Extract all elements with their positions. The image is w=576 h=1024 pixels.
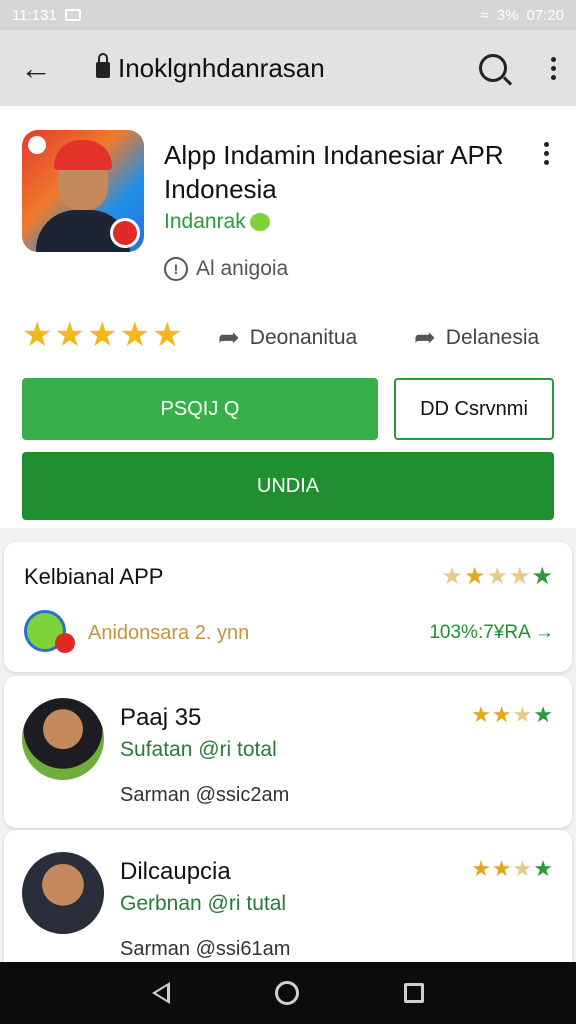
install-button[interactable]: PSQIJ Q — [22, 378, 378, 440]
review-summary-count[interactable]: 103%:7¥RA → — [429, 622, 554, 644]
search-icon[interactable] — [479, 54, 507, 82]
star-icon: ★ — [151, 316, 183, 354]
share-action[interactable]: ➦ Deonanitua — [218, 322, 357, 353]
review-card[interactable]: Dilcaupcia Gerbnan @ri tutal Sarman @ssi… — [4, 830, 572, 982]
review-meta: Sarman @ssi61am — [120, 938, 291, 960]
info-icon: ! — [164, 257, 188, 281]
review-card[interactable]: Paaj 35 Sufatan @ri total Sarman @ssic2a… — [4, 676, 572, 828]
review-summary-card[interactable]: Kelbianal APP ★★★★★ Anidonsara 2. ynn 10… — [4, 542, 572, 672]
share2-label: Delanesia — [445, 325, 540, 349]
more-vert-icon[interactable] — [551, 56, 556, 80]
content-rating-label: Al anigoia — [196, 257, 289, 280]
app-more-vert-icon[interactable] — [544, 142, 549, 165]
developer-link[interactable]: Indanrak — [164, 210, 270, 234]
review-stars: ★★★★ — [471, 856, 554, 881]
review-summary-title: Kelbianal APP — [24, 564, 164, 589]
nav-back-icon[interactable] — [152, 982, 171, 1004]
app-title: Alpp Indamin Indanesiar APR Indonesia — [164, 140, 504, 204]
battery-level: 3% — [496, 6, 519, 24]
nav-home-icon[interactable] — [274, 981, 299, 1005]
system-nav-bar — [0, 962, 576, 1024]
back-arrow-icon[interactable]: ← — [20, 50, 60, 87]
review-summary-stars: ★★★★★ — [441, 563, 554, 590]
review-subtitle: Sufatan @ri total — [120, 738, 277, 761]
secondary-button[interactable]: DD Csrvnmi — [394, 378, 554, 440]
lock-icon — [96, 53, 110, 78]
open-button[interactable]: UNDIA — [22, 452, 554, 520]
star-icon: ★ — [119, 316, 150, 354]
content-rating: ! Al anigoia — [164, 257, 288, 281]
reviewer-name: Paaj 35 — [120, 704, 202, 731]
app-badge-icon — [110, 218, 140, 248]
status-bar: 11:131 ≈ 3% 07:20 — [0, 0, 576, 30]
share-label: Deonanitua — [249, 325, 358, 349]
developer-name[interactable]: Indanrak — [164, 210, 246, 233]
notification-icon — [64, 9, 81, 21]
review-stars: ★★★★ — [471, 702, 554, 727]
developer-icon — [249, 213, 270, 232]
share-action-2[interactable]: ➦ Delanesia — [414, 322, 539, 353]
app-bar: ← Inoklgnhdanrasan — [0, 30, 576, 106]
star-icon: ★ — [54, 316, 85, 354]
reviewer-name: Dilcaupcia — [120, 858, 231, 885]
url-text[interactable]: Inoklgnhdanrasan — [118, 53, 479, 84]
status-time-right: 07:20 — [526, 6, 564, 24]
review-summary-subtitle: Anidonsara 2. ynn — [88, 622, 250, 644]
star-icon: ★ — [22, 316, 53, 354]
status-time-left: 11:131 — [12, 6, 57, 24]
app-icon — [22, 130, 144, 252]
review-meta: Sarman @ssic2am — [120, 784, 290, 806]
review-subtitle: Gerbnan @ri tutal — [120, 892, 287, 915]
avatar — [22, 698, 104, 780]
share-icon: ➦ — [414, 322, 436, 352]
summary-avatar — [24, 610, 75, 653]
nav-recents-icon[interactable] — [403, 983, 424, 1003]
wifi-icon: ≈ — [480, 6, 489, 24]
share-icon: ➦ — [218, 322, 240, 352]
avatar — [22, 852, 104, 934]
star-icon: ★ — [86, 316, 118, 354]
rating-stars: ★ ★ ★ ★ ★ — [22, 318, 182, 352]
